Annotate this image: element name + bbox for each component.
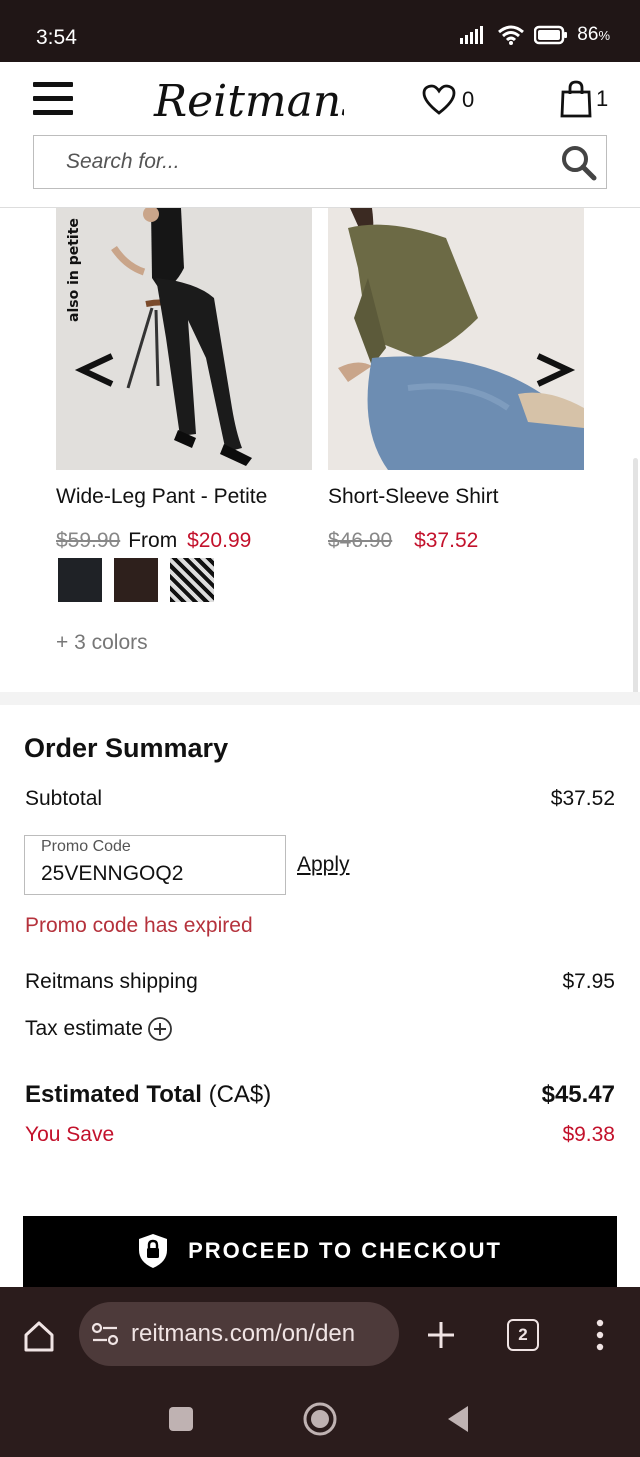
svg-text:also in petite: also in petite [66,218,82,322]
you-save-label: You Save [25,1123,115,1146]
product-image[interactable] [328,208,584,470]
proceed-to-checkout-button[interactable]: PROCEED TO CHECKOUT [23,1216,617,1288]
new-tab-plus-icon[interactable] [426,1320,456,1350]
address-bar[interactable]: reitmans.com/on/den [79,1302,399,1366]
apply-promo-button[interactable]: Apply [297,853,350,877]
order-summary: Order Summary Subtotal $37.52 Promo Code… [0,705,640,1288]
menu-icon[interactable] [33,82,73,116]
status-bar: 3:54 86% [0,0,640,62]
section-divider [0,692,640,705]
shopping-bag-icon [560,80,592,118]
wifi-icon [498,25,525,45]
recents-icon[interactable] [169,1407,193,1431]
carousel-prev-icon[interactable] [74,348,118,392]
sale-price: $20.99 [187,529,252,552]
product-image[interactable]: also in petite [56,208,312,470]
svg-text:Reitmans: Reitmans [153,76,344,127]
price-prefix: From [128,529,178,552]
signal-icon [460,26,484,44]
tax-estimate-row[interactable]: Tax estimate [25,1016,173,1042]
browser-toolbar: reitmans.com/on/den 2 [0,1287,640,1383]
url-text: reitmans.com/on/den [131,1320,356,1347]
promo-code-input[interactable] [25,856,285,892]
product-price: $59.90 From $20.99 [56,529,251,553]
battery-icon [534,25,568,45]
tax-estimate-label: Tax estimate [25,1017,143,1040]
promo-error-message: Promo code has expired [25,914,253,937]
product-name[interactable]: Short-Sleeve Shirt [328,485,498,509]
system-navigation-bar [0,1383,640,1457]
search-bar [33,135,607,189]
product-name[interactable]: Wide-Leg Pant - Petite [56,485,267,509]
status-icons: 86% [460,24,610,46]
wishlist-button[interactable]: 0 [422,80,492,120]
shipping-label: Reitmans shipping [25,970,198,993]
expand-plus-icon[interactable] [147,1016,173,1042]
original-price: $46.90 [328,529,393,552]
sale-price: $37.52 [414,529,479,552]
subtotal-label: Subtotal [25,787,103,810]
system-back-icon[interactable] [444,1403,472,1435]
estimated-total-label: Estimated Total (CA$) [25,1081,272,1108]
status-time: 3:54 [36,26,77,49]
carousel-next-icon[interactable] [532,348,576,392]
more-colors-link[interactable]: + 3 colors [56,631,148,655]
tab-switcher-button[interactable]: 2 [507,1319,539,1351]
site-settings-icon[interactable] [91,1322,119,1346]
reitmans-logo[interactable]: Reitmans [152,70,344,132]
more-options-icon[interactable] [590,1317,610,1353]
secure-shield-icon [139,1234,168,1268]
shipping-value: $7.95 [562,970,615,993]
battery-percent: 86% [577,24,610,45]
home-icon[interactable] [22,1319,56,1353]
estimated-total-value: $45.47 [541,1081,615,1108]
system-home-icon[interactable] [302,1401,338,1437]
promo-code-label: Promo Code [41,838,131,855]
original-price: $59.90 [56,529,121,552]
color-swatches [58,558,214,602]
product-price: $46.90 $37.52 [328,529,478,553]
heart-icon [422,84,456,115]
subtotal-value: $37.52 [550,787,615,810]
order-summary-title: Order Summary [24,733,229,763]
color-swatch-pattern[interactable] [170,558,214,602]
color-swatch-brown[interactable] [114,558,158,602]
search-input[interactable] [34,136,554,188]
search-icon[interactable] [560,144,598,182]
you-save-value: $9.38 [562,1123,615,1146]
color-swatch-black[interactable] [58,558,102,602]
recommended-products-carousel: also in petite Wide-Leg Pant - Petite $5… [0,208,640,692]
checkout-label: PROCEED TO CHECKOUT [188,1238,502,1263]
cart-button[interactable]: 1 [560,78,620,120]
wishlist-count: 0 [462,87,475,112]
cart-count: 1 [596,86,609,111]
site-header: Reitmans 0 1 [0,62,640,208]
petite-tag: also in petite [58,212,88,322]
promo-code-field: Promo Code [24,835,286,895]
